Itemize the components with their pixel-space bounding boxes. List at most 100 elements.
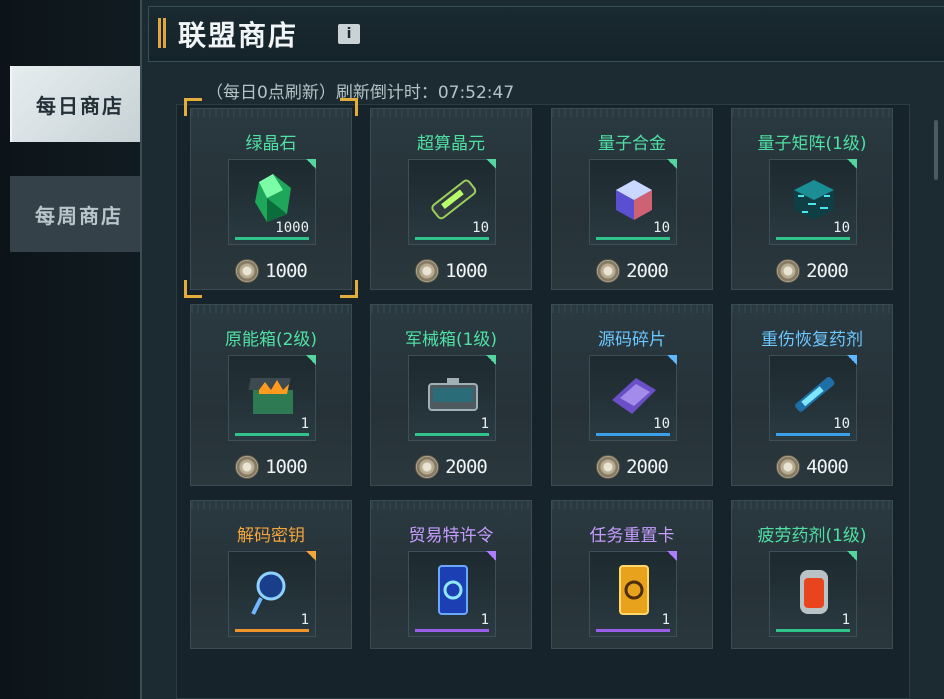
rarity-bar [776, 629, 850, 632]
shop-item-card[interactable]: 解码密钥 1 [190, 500, 352, 649]
shop-item-card[interactable]: 重伤恢复药剂 10 4000 [731, 304, 893, 486]
price-value: 1000 [265, 456, 308, 478]
rarity-bar [776, 433, 850, 436]
title-stripe-icon [158, 18, 166, 48]
item-price: 2000 [371, 455, 531, 479]
decode-key-icon [245, 560, 301, 622]
rarity-bar [415, 629, 489, 632]
item-quantity: 10 [653, 220, 670, 236]
armory-case-icon [425, 364, 481, 426]
item-icon-frame: 10 [408, 159, 496, 245]
shop-item-card[interactable]: 疲劳药剂(1级) 1 [731, 500, 893, 649]
item-price: 1000 [191, 259, 351, 283]
shop-item-card[interactable]: 量子合金 10 2000 [551, 108, 713, 290]
item-quantity: 1 [300, 416, 309, 432]
rarity-bar [596, 629, 670, 632]
item-quantity: 1 [300, 612, 309, 628]
item-name: 重伤恢复药剂 [761, 330, 863, 350]
item-icon-frame: 1 [408, 551, 496, 637]
price-value: 2000 [806, 260, 849, 282]
alliance-coin-icon [776, 455, 801, 479]
price-value: 4000 [806, 456, 849, 478]
item-name: 源码碎片 [598, 330, 666, 350]
refresh-countdown: （每日0点刷新）刷新倒计时：07:52:47 [206, 83, 515, 103]
item-name: 贸易特许令 [408, 526, 494, 546]
item-name: 量子矩阵(1级) [757, 134, 867, 154]
rarity-bar [776, 237, 850, 240]
rarity-bar [415, 433, 489, 436]
price-value: 1000 [265, 260, 308, 282]
shop-item-card[interactable]: 源码碎片 10 2000 [551, 304, 713, 486]
alliance-coin-icon [596, 259, 621, 283]
item-name: 绿晶石 [245, 134, 297, 154]
page-title: 联盟商店 [178, 19, 299, 52]
alliance-coin-icon [776, 259, 801, 283]
item-quantity: 1 [661, 612, 670, 628]
item-name: 原能箱(2级) [224, 330, 318, 350]
alliance-coin-icon [235, 455, 260, 479]
item-price: 2000 [552, 455, 712, 479]
rarity-bar [235, 237, 309, 240]
rarity-bar [415, 237, 489, 240]
trade-permit-icon [425, 560, 481, 622]
alliance-coin-icon [415, 455, 440, 479]
item-icon-frame: 10 [589, 159, 677, 245]
item-icon-frame: 1 [769, 551, 857, 637]
info-button[interactable]: i [338, 24, 360, 44]
item-name: 军械箱(1级) [404, 330, 498, 350]
item-icon-frame: 1 [228, 551, 316, 637]
selection-corner [340, 98, 358, 116]
item-name: 量子合金 [598, 134, 666, 154]
alliance-coin-icon [415, 259, 440, 283]
item-price: 1000 [371, 259, 531, 283]
tab-daily-shop[interactable]: 每日商店 [10, 66, 148, 142]
price-value: 2000 [626, 260, 669, 282]
item-price: 1000 [191, 455, 351, 479]
item-icon-frame: 10 [589, 355, 677, 441]
item-quantity: 10 [472, 220, 489, 236]
fatigue-potion-icon [786, 560, 842, 622]
item-icon-frame: 10 [769, 159, 857, 245]
item-price: 2000 [732, 259, 892, 283]
item-icon-frame: 1 [228, 355, 316, 441]
item-quantity: 1000 [275, 220, 309, 236]
item-quantity: 1 [480, 612, 489, 628]
selection-corner [184, 98, 202, 116]
item-price: 2000 [552, 259, 712, 283]
tab-weekly-shop[interactable]: 每周商店 [10, 176, 148, 252]
item-icon-frame: 1 [408, 355, 496, 441]
rarity-bar [596, 433, 670, 436]
price-value: 1000 [445, 260, 488, 282]
shop-item-card[interactable]: 军械箱(1级) 1 2000 [370, 304, 532, 486]
rarity-bar [596, 237, 670, 240]
shop-item-card[interactable]: 超算晶元 10 1000 [370, 108, 532, 290]
alliance-coin-icon [235, 259, 260, 283]
shop-item-card[interactable]: 任务重置卡 1 [551, 500, 713, 649]
energy-chest-icon [245, 364, 301, 426]
item-name: 超算晶元 [417, 134, 485, 154]
selection-corner [184, 280, 202, 298]
selection-corner [340, 280, 358, 298]
shop-item-card[interactable]: 量子矩阵(1级) 10 2000 [731, 108, 893, 290]
price-value: 2000 [626, 456, 669, 478]
item-quantity: 10 [833, 220, 850, 236]
item-quantity: 1 [480, 416, 489, 432]
scrollbar[interactable] [934, 120, 938, 180]
alliance-coin-icon [596, 455, 621, 479]
item-quantity: 1 [841, 612, 850, 628]
item-price: 4000 [732, 455, 892, 479]
item-icon-frame: 1 [589, 551, 677, 637]
shop-item-card[interactable]: 绿晶石 1000 1000 [190, 108, 352, 290]
item-icon-frame: 1000 [228, 159, 316, 245]
item-name: 任务重置卡 [589, 526, 675, 546]
price-value: 2000 [445, 456, 488, 478]
item-name: 疲劳药剂(1级) [757, 526, 867, 546]
item-name: 解码密钥 [237, 526, 305, 546]
reset-card-icon [606, 560, 662, 622]
shop-item-card[interactable]: 原能箱(2级) 1 1000 [190, 304, 352, 486]
item-quantity: 10 [833, 416, 850, 432]
item-quantity: 10 [653, 416, 670, 432]
rarity-bar [235, 629, 309, 632]
rarity-bar [235, 433, 309, 436]
shop-item-card[interactable]: 贸易特许令 1 [370, 500, 532, 649]
